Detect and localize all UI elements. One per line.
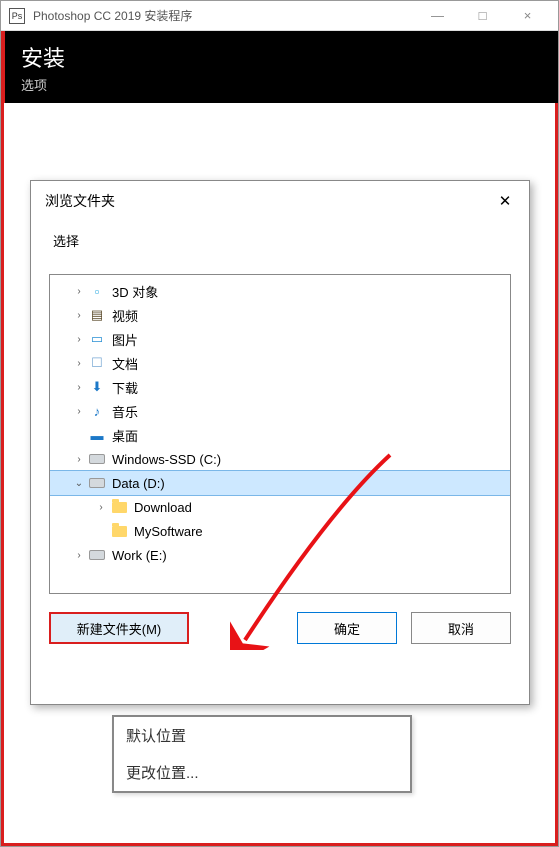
folder-tree[interactable]: ›▫3D 对象›▤视频›▭图片›☐文档›⬇下载›♪音乐▬桌面›Windows-S…	[49, 274, 511, 594]
ok-label: 确定	[334, 619, 360, 638]
header-title: 安装	[21, 41, 542, 73]
tree-item-label: 音乐	[112, 402, 138, 421]
expander-icon[interactable]: ›	[72, 406, 86, 417]
menu-item-change-location[interactable]: 更改位置...	[114, 754, 410, 791]
expander-icon[interactable]: ›	[72, 550, 86, 561]
cube-icon: ▫	[88, 283, 106, 299]
window-controls: — □ ×	[415, 2, 550, 30]
pictures-icon: ▭	[88, 331, 106, 347]
tree-item[interactable]: ›▫ 3D 对象	[50, 279, 510, 303]
tree-item[interactable]: › Windows-SSD (C:)	[50, 447, 510, 471]
tree-item-label: Data (D:)	[112, 476, 165, 491]
tree-item[interactable]: MySoftware	[50, 519, 510, 543]
cancel-label: 取消	[448, 619, 474, 638]
tree-item-label: 文档	[112, 354, 138, 373]
dialog-title: 浏览文件夹	[45, 191, 495, 211]
video-icon: ▤	[88, 307, 106, 323]
expander-icon[interactable]: ›	[72, 358, 86, 369]
location-dropdown-menu: 默认位置 更改位置...	[112, 715, 412, 793]
tree-item-label: 下载	[112, 378, 138, 397]
header-subtitle: 选项	[21, 75, 542, 94]
documents-icon: ☐	[88, 355, 106, 371]
tree-item[interactable]: ›▭ 图片	[50, 327, 510, 351]
drive-icon	[88, 451, 106, 467]
tree-item-label: 图片	[112, 330, 138, 349]
menu-item-default-location[interactable]: 默认位置	[114, 717, 410, 754]
dialog-close-button[interactable]: ✕	[495, 191, 515, 211]
dialog-title-bar: 浏览文件夹 ✕	[31, 181, 529, 217]
ok-button[interactable]: 确定	[297, 612, 397, 644]
tree-item-label: Windows-SSD (C:)	[112, 452, 221, 467]
expander-icon[interactable]: ›	[72, 286, 86, 297]
folder-icon	[110, 523, 128, 539]
new-folder-label: 新建文件夹(M)	[77, 619, 162, 638]
close-button[interactable]: ×	[505, 2, 550, 30]
dialog-button-row: 新建文件夹(M) 确定 取消	[31, 602, 529, 654]
maximize-button[interactable]: □	[460, 2, 505, 30]
browse-folder-dialog: 浏览文件夹 ✕ 选择 ›▫3D 对象›▤视频›▭图片›☐文档›⬇下载›♪音乐▬桌…	[30, 180, 530, 705]
dialog-instruction: 选择	[31, 217, 529, 260]
tree-item[interactable]: ›▤ 视频	[50, 303, 510, 327]
minimize-button[interactable]: —	[415, 2, 460, 30]
window-title: Photoshop CC 2019 安装程序	[33, 7, 415, 24]
expander-icon[interactable]: ›	[72, 454, 86, 465]
tree-item[interactable]: ⌄ Data (D:)	[50, 471, 510, 495]
tree-item-label: Work (E:)	[112, 548, 167, 563]
desktop-icon: ▬	[88, 427, 106, 443]
expander-icon[interactable]: ›	[94, 502, 108, 513]
expander-icon[interactable]: ⌄	[72, 478, 86, 489]
expander-icon[interactable]: ›	[72, 382, 86, 393]
tree-item[interactable]: ▬ 桌面	[50, 423, 510, 447]
new-folder-button[interactable]: 新建文件夹(M)	[49, 612, 189, 644]
tree-item-label: 3D 对象	[112, 282, 158, 301]
music-icon: ♪	[88, 403, 106, 419]
expander-icon[interactable]: ›	[72, 310, 86, 321]
installer-header: 安装 选项	[1, 31, 558, 103]
drive-icon	[88, 475, 106, 491]
tree-item[interactable]: ›⬇ 下载	[50, 375, 510, 399]
tree-item[interactable]: ›♪ 音乐	[50, 399, 510, 423]
tree-item[interactable]: › Download	[50, 495, 510, 519]
downloads-icon: ⬇	[88, 379, 106, 395]
tree-item-label: 桌面	[112, 426, 138, 445]
folder-icon	[110, 499, 128, 515]
drive-icon	[88, 547, 106, 563]
expander-icon[interactable]: ›	[72, 334, 86, 345]
tree-item-label: MySoftware	[134, 524, 203, 539]
tree-item[interactable]: ›☐ 文档	[50, 351, 510, 375]
cancel-button[interactable]: 取消	[411, 612, 511, 644]
app-icon: Ps	[9, 8, 25, 24]
tree-item[interactable]: › Work (E:)	[50, 543, 510, 567]
tree-item-label: Download	[134, 500, 192, 515]
title-bar: Ps Photoshop CC 2019 安装程序 — □ ×	[1, 1, 558, 31]
tree-item-label: 视频	[112, 306, 138, 325]
